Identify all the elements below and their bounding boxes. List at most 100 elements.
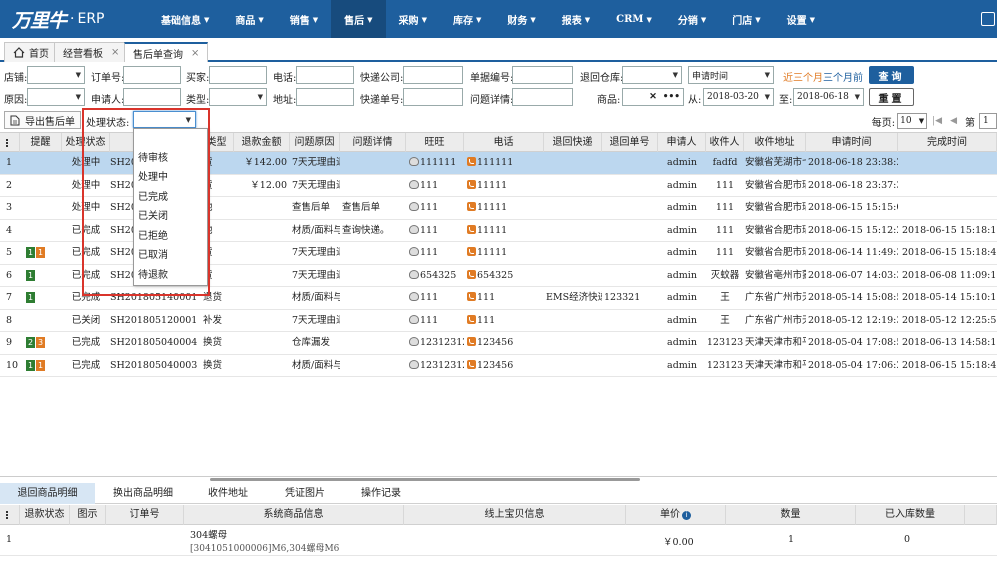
per-page-select[interactable]: 10 ▼ (897, 113, 928, 129)
detail-column-header[interactable]: 图示 (70, 505, 106, 525)
phone-input[interactable] (296, 66, 354, 84)
tab-after-sale-query[interactable]: 售后单查询 × (124, 42, 209, 62)
column-header[interactable]: 收件人 (706, 133, 744, 153)
column-header[interactable]: 问题原因 (290, 133, 340, 153)
wangwang-icon[interactable] (409, 202, 419, 211)
status-option[interactable]: 待审核 (134, 149, 207, 169)
nav-item-6[interactable]: 财务 ▼ (494, 0, 548, 38)
nav-item-10[interactable]: 门店 ▼ (719, 0, 773, 38)
user-menu-icon[interactable] (981, 12, 995, 26)
order-no-input[interactable] (123, 66, 181, 84)
three-months-ago-link[interactable]: 三个月前 (823, 69, 863, 84)
detail-tab[interactable]: 退回商品明细 (0, 483, 95, 504)
table-row[interactable]: 7 1 已完成 SH201805140001 退货 材质/面料与 111 111 EMS经济快递… (0, 287, 997, 310)
to-date-input[interactable]: 2018-06-18 ▼ (793, 88, 864, 106)
wangwang-icon[interactable] (409, 157, 419, 166)
status-option[interactable]: 处理中 (134, 168, 207, 188)
info-icon[interactable]: i (682, 511, 691, 520)
problem-detail-input[interactable] (512, 88, 573, 106)
panel-splitter[interactable] (0, 476, 997, 481)
type-select[interactable]: ▼ (209, 88, 267, 106)
column-menu-icon[interactable] (0, 133, 20, 153)
wangwang-icon[interactable] (409, 224, 419, 234)
nav-item-3[interactable]: 售后 ▼ (331, 0, 386, 38)
wangwang-icon[interactable] (409, 314, 419, 324)
wangwang-icon[interactable] (409, 292, 419, 301)
from-date-input[interactable]: 2018-03-20 ▼ (703, 88, 774, 106)
doc-no-input[interactable] (512, 66, 573, 84)
nav-item-2[interactable]: 销售 ▼ (277, 0, 331, 38)
prev-page-icon[interactable]: ◀ (950, 116, 957, 126)
column-header[interactable]: 申请时间 (806, 133, 898, 153)
table-row[interactable]: 9 23 已完成 SH201805040004 换货 仓库漏发 123123123 12345… (0, 332, 997, 355)
tab-home[interactable]: 首页 (4, 42, 58, 62)
detail-column-header[interactable]: 已入库数量 (856, 505, 965, 525)
more-icon[interactable]: ••• (663, 92, 680, 102)
nav-item-9[interactable]: 分销 ▼ (665, 0, 719, 38)
status-option[interactable]: 已拒绝 (134, 227, 207, 247)
goods-input[interactable]: ✕ ••• (622, 88, 684, 106)
column-header[interactable]: 申请人 (658, 133, 706, 153)
reason-select[interactable]: ▼ (27, 88, 85, 106)
reminder-badge[interactable]: 1 (26, 247, 35, 258)
detail-tab[interactable]: 换出商品明细 (95, 483, 191, 504)
app-logo[interactable]: 万里牛 · ERP (12, 6, 104, 32)
reminder-badge[interactable]: 1 (36, 247, 45, 258)
wangwang-icon[interactable] (409, 337, 419, 346)
column-header[interactable]: 问题详情 (340, 133, 406, 153)
column-header[interactable]: 收件地址 (744, 133, 806, 153)
address-input[interactable] (296, 88, 354, 106)
reminder-badge[interactable]: 1 (26, 359, 35, 371)
splitter-handle[interactable] (210, 478, 640, 481)
export-button[interactable]: 导出售后单 (4, 111, 81, 129)
close-icon[interactable]: × (191, 48, 199, 59)
reminder-badge[interactable]: 1 (26, 292, 35, 303)
reminder-badge[interactable]: 1 (36, 359, 45, 371)
status-option[interactable]: 已完成 (134, 188, 207, 208)
phone-icon[interactable] (467, 359, 476, 369)
shop-select[interactable]: ▼ (27, 66, 85, 84)
reminder-badge[interactable]: 3 (36, 337, 45, 348)
clear-icon[interactable]: ✕ (649, 92, 657, 102)
phone-icon[interactable] (467, 292, 476, 301)
phone-icon[interactable] (467, 224, 476, 234)
detail-column-header[interactable]: 退款状态 (20, 505, 70, 525)
column-header[interactable]: 退款金额 (234, 133, 290, 153)
detail-column-header[interactable]: 线上宝贝信息 (404, 505, 626, 525)
table-row[interactable]: 1011已完成SH201805040003换货材质/面料与12312312312… (0, 355, 997, 377)
return-warehouse-select[interactable]: ▼ (622, 66, 682, 84)
column-menu-icon[interactable] (0, 505, 20, 525)
express-no-input[interactable] (403, 88, 463, 106)
detail-column-header[interactable]: 数量 (726, 505, 856, 525)
reminder-badge[interactable]: 1 (26, 269, 35, 281)
reset-button[interactable]: 重置 (869, 88, 914, 106)
detail-row[interactable]: 1 304螺母 [3041051000006]M6,304螺母M6 ￥0.00 … (0, 526, 997, 556)
nav-item-11[interactable]: 设置 ▼ (774, 0, 828, 38)
status-filter-select[interactable]: ▼ (133, 111, 196, 128)
phone-icon[interactable] (467, 337, 476, 346)
wangwang-icon[interactable] (409, 247, 419, 256)
nav-item-1[interactable]: 商品 ▼ (222, 0, 276, 38)
buyer-input[interactable] (209, 66, 267, 84)
status-option[interactable] (134, 129, 207, 149)
phone-icon[interactable] (467, 179, 476, 189)
phone-icon[interactable] (467, 269, 476, 279)
status-option[interactable]: 待退款 (134, 266, 207, 286)
column-header[interactable]: 电话 (464, 133, 544, 153)
nav-item-7[interactable]: 报表 ▼ (549, 0, 603, 38)
first-page-icon[interactable]: |◀ (932, 116, 942, 126)
express-company-input[interactable] (403, 66, 463, 84)
column-header[interactable]: 旺旺 (406, 133, 464, 153)
column-header[interactable]: 退回单号 (602, 133, 658, 153)
phone-icon[interactable] (467, 157, 476, 166)
query-button[interactable]: 查询 (869, 66, 914, 84)
column-header[interactable]: 完成时间 (898, 133, 997, 153)
last-three-months-link[interactable]: 近三个月 (783, 69, 823, 84)
page-input[interactable]: 1 (979, 113, 997, 129)
detail-column-header[interactable]: 系统商品信息 (184, 505, 404, 525)
column-header[interactable]: 退回快递 (544, 133, 602, 153)
phone-icon[interactable] (467, 247, 476, 256)
status-option[interactable]: 已取消 (134, 246, 207, 266)
phone-icon[interactable] (467, 314, 476, 324)
applicant-input[interactable] (123, 88, 181, 106)
